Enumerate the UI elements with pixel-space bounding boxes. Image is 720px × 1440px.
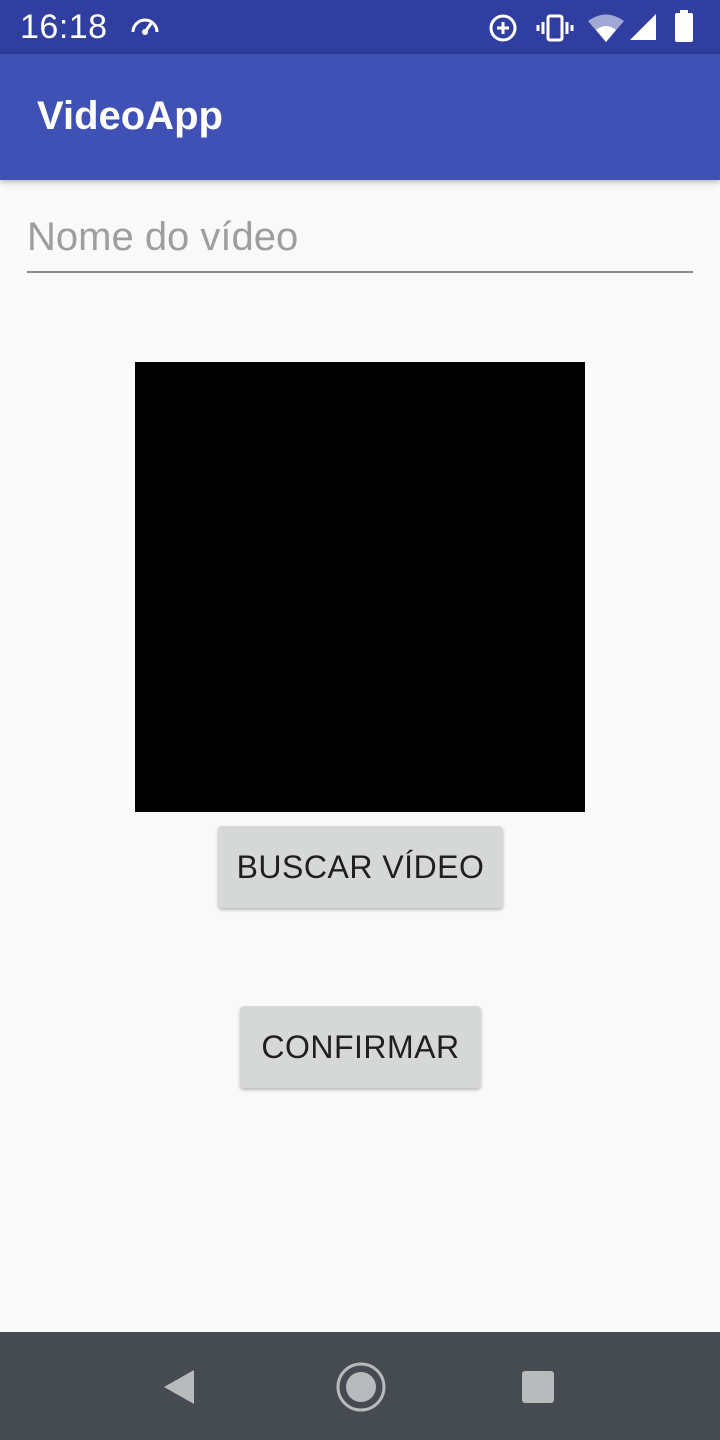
app-title: VideoApp xyxy=(37,94,223,138)
speedometer-icon xyxy=(130,12,160,43)
battery-icon xyxy=(675,10,693,47)
app-bar: VideoApp xyxy=(0,54,720,180)
vibrate-icon xyxy=(536,12,574,49)
back-icon[interactable] xyxy=(162,1368,196,1411)
data-saver-icon xyxy=(487,12,519,49)
search-video-button[interactable]: BUSCAR VÍDEO xyxy=(218,826,503,908)
status-time: 16:18 xyxy=(20,8,108,46)
navigation-bar xyxy=(0,1332,720,1440)
video-name-input[interactable] xyxy=(27,205,693,269)
recents-icon[interactable] xyxy=(521,1370,555,1409)
video-name-field-container xyxy=(27,205,693,273)
status-bar: 16:18 xyxy=(0,0,720,54)
video-view[interactable] xyxy=(135,362,585,812)
cell-signal-icon xyxy=(628,12,658,47)
home-icon[interactable] xyxy=(335,1361,387,1418)
confirm-button[interactable]: CONFIRMAR xyxy=(240,1006,481,1088)
wifi-icon xyxy=(588,14,624,47)
